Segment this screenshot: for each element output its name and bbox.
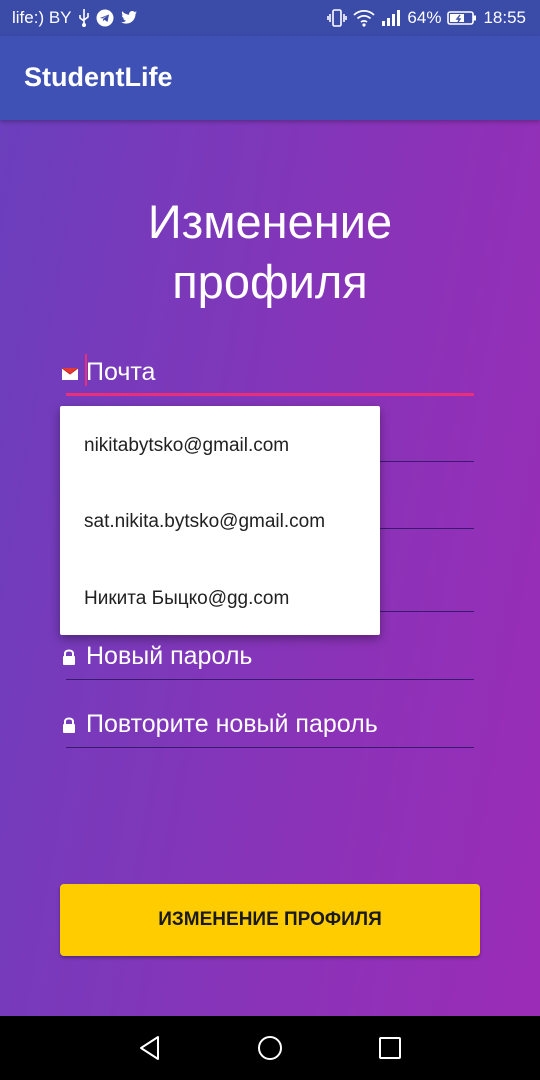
wifi-icon — [353, 8, 376, 28]
envelope-icon — [61, 364, 79, 382]
lock-icon — [62, 716, 78, 734]
vibrate-icon — [327, 8, 348, 28]
autocomplete-option[interactable]: sat.nikita.bytsko@gmail.com — [60, 484, 380, 560]
app-bar: StudentLife — [0, 36, 540, 120]
main-content: Изменение профиля Почта Новый пароль Пов… — [0, 120, 540, 1016]
repeat-password-field-underline — [66, 747, 474, 748]
battery-icon — [447, 8, 477, 28]
home-icon[interactable] — [254, 1032, 286, 1064]
autocomplete-option[interactable]: nikitabytsko@gmail.com — [60, 408, 380, 484]
lock-icon — [62, 648, 78, 666]
new-password-field[interactable]: Новый пароль — [62, 636, 474, 680]
usb-icon — [78, 8, 90, 28]
back-icon[interactable] — [134, 1032, 166, 1064]
email-autocomplete-dropdown: nikitabytsko@gmail.com sat.nikita.bytsko… — [60, 406, 380, 635]
recents-icon[interactable] — [374, 1032, 406, 1064]
repeat-password-field[interactable]: Повторите новый пароль — [62, 704, 474, 748]
clock-label: 18:55 — [483, 8, 526, 27]
field-underline-stub — [370, 611, 474, 612]
status-bar-left: life:) BY — [12, 8, 138, 28]
autocomplete-option[interactable]: Никита Быцко@gg.com — [60, 561, 380, 637]
email-field-label: Почта — [86, 358, 156, 386]
signal-icon — [381, 8, 401, 28]
battery-percent-label: 64% — [407, 8, 442, 27]
new-password-field-label: Новый пароль — [86, 642, 253, 670]
app-title: StudentLife — [24, 62, 173, 92]
status-bar-right: 64% 18:55 — [327, 8, 526, 28]
page-title-line-1: Изменение — [147, 195, 393, 248]
new-password-field-underline — [66, 679, 474, 680]
twitter-icon — [120, 8, 138, 28]
change-profile-button[interactable]: ИЗМЕНЕНИЕ ПРОФИЛЯ — [60, 884, 480, 956]
status-bar: life:) BY 64% 18:55 — [0, 0, 540, 36]
repeat-password-field-label: Повторите новый пароль — [86, 710, 378, 738]
telegram-icon — [96, 8, 114, 28]
field-underline-stub — [370, 528, 474, 529]
carrier-label: life:) BY — [12, 8, 72, 27]
email-field-underline — [66, 393, 474, 396]
page-title: Изменение профиля — [0, 192, 540, 312]
email-field[interactable]: Почта — [61, 352, 474, 396]
navigation-bar — [0, 1016, 540, 1080]
page-title-line-2: профиля — [172, 255, 368, 308]
field-underline-stub — [370, 461, 474, 462]
